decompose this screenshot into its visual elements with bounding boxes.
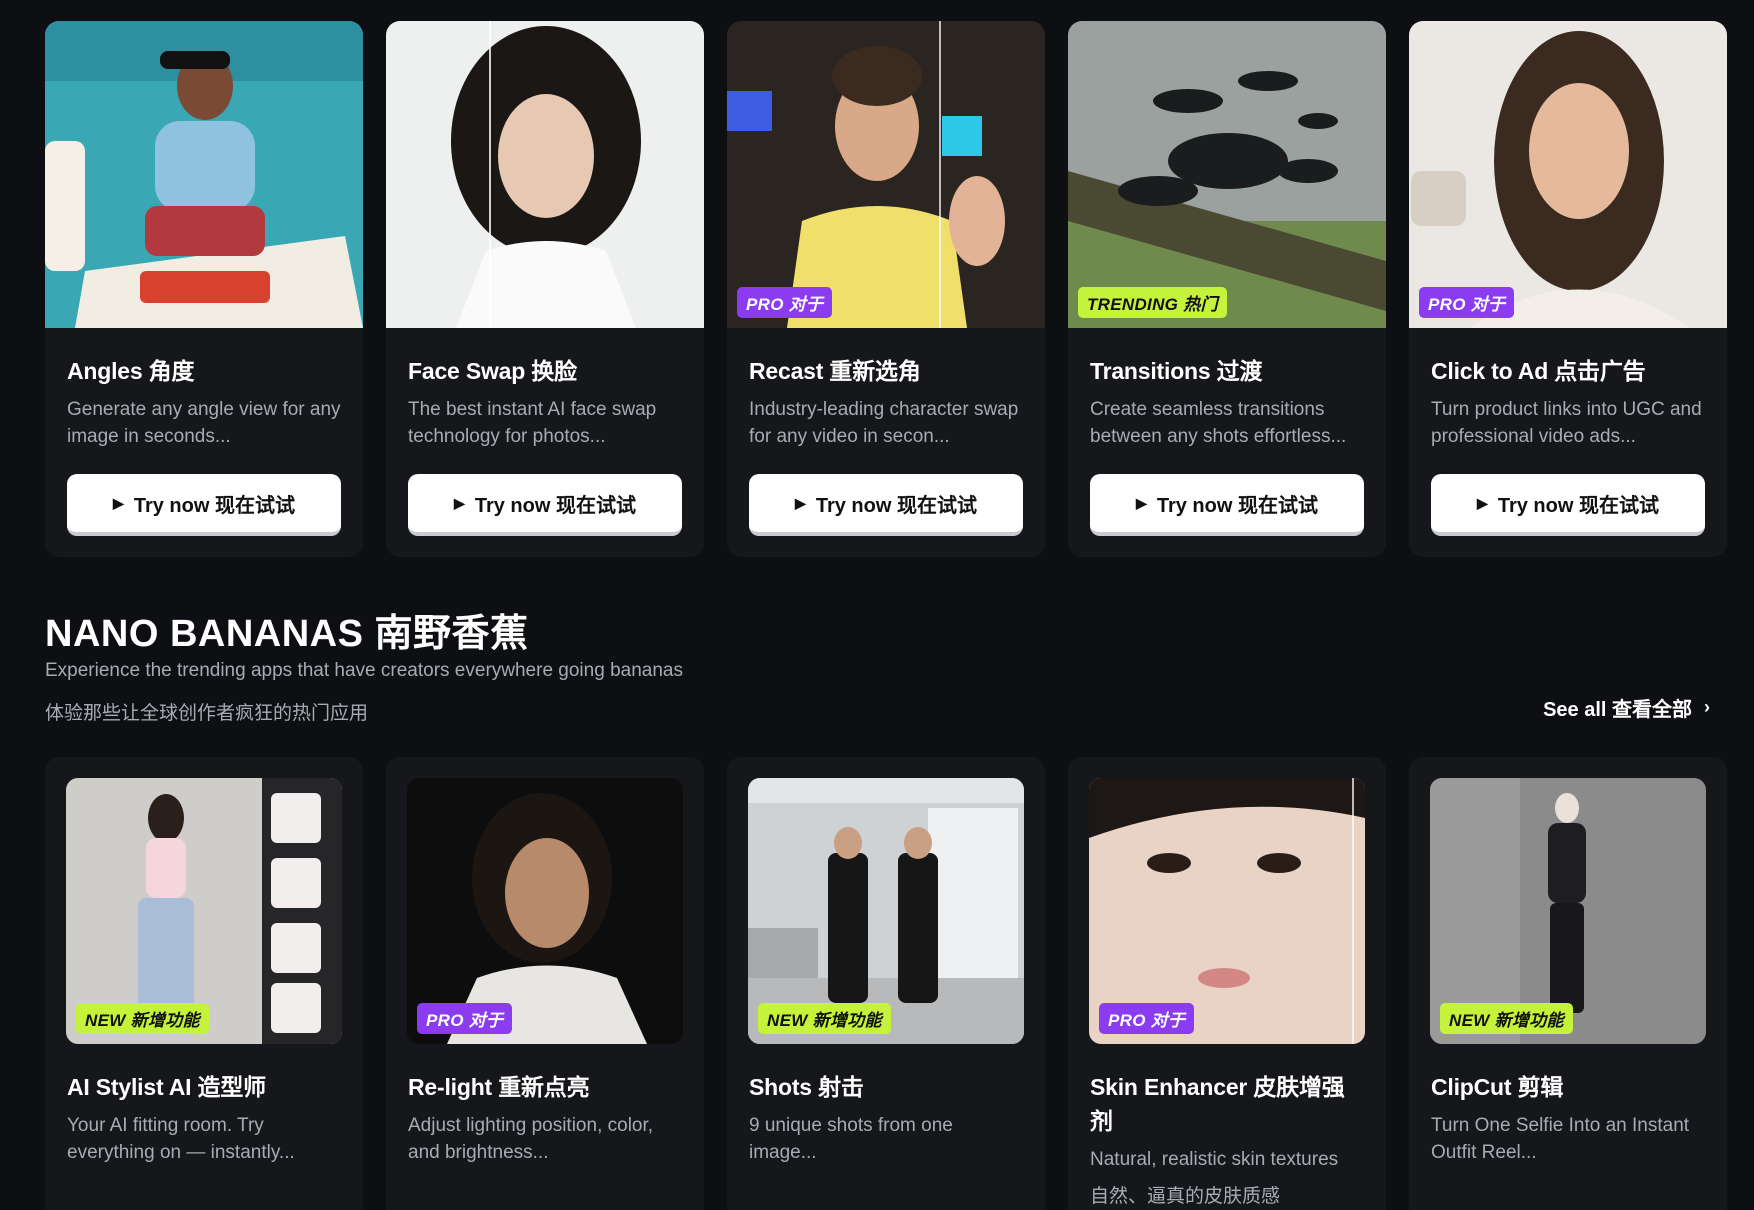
app-thumbnail[interactable]: NEW 新增功能: [66, 778, 342, 1044]
app-thumbnail[interactable]: NEW 新增功能: [748, 778, 1024, 1044]
try-now-button[interactable]: ▶ Try now 现在试试: [1090, 474, 1364, 536]
play-icon: ▶: [795, 494, 806, 511]
new-badge: NEW 新增功能: [758, 1003, 891, 1034]
apps-page: Angles 角度 Generate any angle view for an…: [0, 0, 1754, 1210]
new-badge: NEW 新增功能: [76, 1003, 209, 1034]
app-card-shots[interactable]: NEW 新增功能 Shots 射击 9 unique shots from on…: [727, 757, 1045, 1210]
card-description: Industry-leading character swap for any …: [749, 399, 1019, 447]
app-card-ai-stylist[interactable]: NEW 新增功能 AI Stylist AI 造型师 Your AI fitti…: [45, 757, 363, 1210]
try-now-label: Try now 现在试试: [474, 494, 636, 517]
app-card-face-swap[interactable]: Face Swap 换脸 The best instant AI face sw…: [386, 21, 704, 557]
pro-badge: PRO 对于: [737, 287, 833, 318]
app-card-skin-enhancer[interactable]: PRO 对于 Skin Enhancer 皮肤增强剂 Natural, real…: [1068, 757, 1386, 1210]
card-description: Create seamless transitions between any …: [1090, 399, 1347, 447]
pro-badge: PRO 对于: [417, 1003, 513, 1034]
pro-badge: PRO 对于: [1419, 287, 1515, 318]
card-description: Your AI fitting room. Try everything on …: [67, 1115, 295, 1163]
chevron-right-icon: ›: [1704, 697, 1710, 717]
card-title: Transitions 过渡: [1090, 358, 1263, 384]
app-thumbnail[interactable]: [45, 21, 363, 328]
try-now-label: Try now 现在试试: [1156, 494, 1318, 517]
try-now-button[interactable]: ▶ Try now 现在试试: [749, 474, 1023, 536]
card-description: Generate any angle view for any image in…: [67, 399, 341, 447]
card-description: Turn One Selfie Into an Instant Outfit R…: [1431, 1115, 1690, 1163]
section-subtitle-cn: 体验那些让全球创作者疯狂的热门应用: [45, 703, 369, 724]
card-title: Angles 角度: [67, 358, 195, 384]
new-badge: NEW 新增功能: [1440, 1003, 1573, 1034]
section-title: NANO BANANAS 南野香蕉: [45, 613, 529, 655]
card-title: Re-light 重新点亮: [408, 1074, 590, 1100]
try-now-button[interactable]: ▶ Try now 现在试试: [67, 474, 341, 536]
app-card-click-to-ad[interactable]: PRO 对于 Click to Ad 点击广告 Turn product lin…: [1409, 21, 1727, 557]
card-title: ClipCut 剪辑: [1431, 1074, 1564, 1100]
app-card-transitions[interactable]: TRENDING 热门 Transitions 过渡 Create seamle…: [1068, 21, 1386, 557]
app-thumbnail[interactable]: [386, 21, 704, 328]
card-description: Adjust lighting position, color, and bri…: [408, 1115, 654, 1163]
nano-bananas-row: NEW 新增功能 AI Stylist AI 造型师 Your AI fitti…: [45, 757, 1727, 1210]
section-subtitle: Experience the trending apps that have c…: [45, 660, 683, 681]
card-title: Face Swap 换脸: [408, 358, 577, 384]
app-card-clipcut[interactable]: NEW 新增功能 ClipCut 剪辑 Turn One Selfie Into…: [1409, 757, 1727, 1210]
card-title: Click to Ad 点击广告: [1431, 358, 1646, 384]
see-all-label: See all 查看全部: [1543, 699, 1692, 721]
app-card-recast[interactable]: PRO 对于 Recast 重新选角 Industry-leading char…: [727, 21, 1045, 557]
card-title: Recast 重新选角: [749, 358, 921, 384]
play-icon: ▶: [1477, 494, 1488, 511]
app-card-re-light[interactable]: PRO 对于 Re-light 重新点亮 Adjust lighting pos…: [386, 757, 704, 1210]
app-thumbnail[interactable]: TRENDING 热门: [1068, 21, 1386, 328]
play-icon: ▶: [1136, 494, 1147, 511]
play-icon: ▶: [454, 494, 465, 511]
try-now-label: Try now 现在试试: [1497, 494, 1659, 517]
card-description: The best instant AI face swap technology…: [408, 399, 657, 447]
card-title: Shots 射击: [749, 1074, 864, 1100]
app-thumbnail[interactable]: PRO 对于: [727, 21, 1045, 328]
try-now-label: Try now 现在试试: [133, 494, 295, 517]
app-thumbnail[interactable]: NEW 新增功能: [1430, 778, 1706, 1044]
pro-badge: PRO 对于: [1099, 1003, 1195, 1034]
app-thumbnail[interactable]: PRO 对于: [407, 778, 683, 1044]
see-all-link[interactable]: See all 查看全部 ›: [1543, 693, 1710, 722]
card-title: Skin Enhancer 皮肤增强剂: [1090, 1074, 1345, 1134]
card-title: AI Stylist AI 造型师: [67, 1074, 266, 1100]
card-description: Natural, realistic skin textures: [1090, 1149, 1339, 1170]
try-now-label: Try now 现在试试: [815, 494, 977, 517]
app-thumbnail[interactable]: PRO 对于: [1409, 21, 1727, 328]
app-card-angles[interactable]: Angles 角度 Generate any angle view for an…: [45, 21, 363, 557]
trending-badge: TRENDING 热门: [1078, 287, 1227, 318]
featured-apps-row: Angles 角度 Generate any angle view for an…: [45, 21, 1727, 557]
card-description: Turn product links into UGC and professi…: [1431, 399, 1702, 447]
card-description-cn: 自然、逼真的皮肤质感: [1090, 1186, 1281, 1207]
play-icon: ▶: [113, 494, 124, 511]
card-description: 9 unique shots from one image...: [749, 1115, 953, 1163]
try-now-button[interactable]: ▶ Try now 现在试试: [1431, 474, 1705, 536]
app-thumbnail[interactable]: PRO 对于: [1089, 778, 1365, 1044]
try-now-button[interactable]: ▶ Try now 现在试试: [408, 474, 682, 536]
